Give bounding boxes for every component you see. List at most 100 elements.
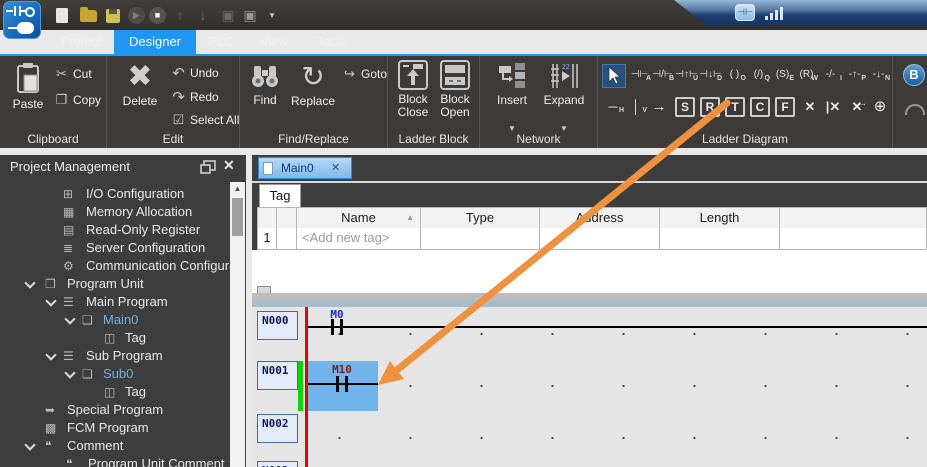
function-instruction-tool[interactable]: F [774, 96, 796, 120]
sidebar-item-fcm-program[interactable]: ▩ FCM Program [0, 419, 246, 437]
open-file-icon[interactable] [80, 10, 97, 22]
toolbar-options-icon[interactable]: ▾ [262, 6, 282, 24]
delete-vertical-tool[interactable]: |✕ [822, 96, 844, 120]
bit-operation-icon[interactable]: B [903, 64, 925, 86]
sidebar-item-main0[interactable]: ❏ Main0 [0, 311, 246, 329]
sidebar-item-program-unit[interactable]: ❒ Program Unit [0, 275, 246, 293]
copy-button[interactable]: ❐ Copy [54, 92, 101, 108]
chevron-down-icon[interactable] [45, 349, 56, 360]
coil-set-tool[interactable]: (S)E [771, 64, 794, 88]
sidebar-item-server-configuration[interactable]: ≣ Server Configuration [0, 239, 246, 257]
chevron-down-icon[interactable] [64, 367, 75, 378]
block-close-button[interactable]: Block Close [394, 60, 432, 119]
sidebar-item-io-configuration[interactable]: ⊞ I/O Configuration [0, 185, 246, 203]
sidebar-item-program-unit-comment[interactable]: ❝ Program Unit Comment [0, 455, 246, 467]
tab-tools[interactable]: Tools [302, 30, 362, 54]
save-icon[interactable] [106, 9, 120, 23]
set-instruction-tool[interactable]: S [674, 96, 696, 120]
sidebar-item-sub0-tag[interactable]: ◫ Tag [0, 383, 246, 401]
paste-icon [15, 62, 41, 94]
horizontal-line-tool[interactable]: ─H [602, 96, 624, 120]
reset-instruction-tool[interactable]: R [699, 96, 721, 120]
table-header-type[interactable]: Type [421, 207, 540, 229]
counter-instruction-tool[interactable]: C [749, 96, 771, 120]
rung-label-n003[interactable]: N003 [257, 461, 298, 467]
sidebar-item-communication-configuration[interactable]: ⚙ Communication Configurat [0, 257, 246, 275]
jump-arrow-tool[interactable]: → [648, 96, 670, 120]
tab-view[interactable]: View [246, 30, 302, 54]
rung-label-n000[interactable]: N000 [257, 311, 298, 340]
table-cell-address[interactable] [540, 228, 660, 250]
chevron-down-icon[interactable] [24, 439, 35, 450]
paste-button[interactable]: Paste [6, 62, 50, 111]
app-icon[interactable] [3, 1, 41, 39]
cut-button[interactable]: ✂ Cut [54, 66, 92, 82]
sidebar-item-read-only-register[interactable]: ▤ Read-Only Register [0, 221, 246, 239]
sidebar-item-main0-tag[interactable]: ◫ Tag [0, 329, 246, 347]
chevron-down-icon[interactable] [45, 295, 56, 306]
select-all-button[interactable]: ☑ Select All [171, 112, 239, 128]
contact-falling-tool[interactable]: ⊣↓⊢D [699, 64, 722, 88]
delete-row-tool[interactable]: ✕→ [846, 96, 868, 120]
sidebar-item-special-program[interactable]: ➥ Special Program [0, 401, 246, 419]
table-header-address[interactable]: Address [540, 207, 660, 229]
sidebar-item-memory-allocation[interactable]: ▦ Memory Allocation [0, 203, 246, 221]
undo-button[interactable]: ↶ Undo [171, 64, 219, 82]
zoom-tool[interactable]: ⊕ [869, 96, 891, 120]
expand-network-button[interactable]: 22 Expand ▼ [540, 62, 588, 107]
rung-label-n001[interactable]: N001 [257, 361, 298, 390]
panel-close-icon[interactable]: ✕ [223, 157, 235, 174]
tree-scrollbar[interactable]: ▲ [230, 182, 245, 467]
tab-designer[interactable]: Designer [114, 30, 196, 54]
timer-instruction-tool[interactable]: T [724, 96, 746, 120]
delete-button[interactable]: ✖ Delete [115, 60, 165, 108]
rung-label-n002[interactable]: N002 [257, 414, 298, 443]
redo-button[interactable]: ↷ Redo [171, 88, 219, 106]
sidebar-item-comment[interactable]: ❝ Comment [0, 437, 246, 455]
splitter-bar[interactable] [252, 293, 927, 300]
goto-button[interactable]: ↪ Goto [342, 66, 387, 82]
stop-icon[interactable]: ■ [149, 7, 166, 24]
replace-button[interactable]: ↻ Replace [286, 60, 340, 108]
table-cell-type[interactable] [421, 228, 540, 250]
chevron-down-icon[interactable] [64, 313, 75, 324]
scrollbar-thumb[interactable] [232, 198, 243, 236]
ladder-canvas[interactable]: N000 N001 N002 N003 M0 M10 [252, 307, 927, 467]
table-header-name[interactable]: Name ▲ [297, 207, 421, 229]
new-file-icon[interactable] [56, 8, 68, 23]
contact-rising-tool[interactable]: ⊣↑⊢U [675, 64, 698, 88]
contact-no-tool[interactable]: ⊣⊢A [628, 64, 651, 88]
block-open-button[interactable]: Block Open [436, 60, 474, 119]
chevron-down-icon[interactable] [24, 277, 35, 288]
tab-plc[interactable]: PLC [196, 30, 246, 54]
coil-negated-tool[interactable]: (/)Q [747, 64, 770, 88]
sidebar-item-main-program[interactable]: ☰ Main Program [0, 293, 246, 311]
sort-asc-icon[interactable]: ▲ [406, 208, 414, 228]
coil-out-tool[interactable]: ( )O [723, 64, 746, 88]
sidebar-item-sub-program[interactable]: ☰ Sub Program [0, 347, 246, 365]
invert-tool[interactable]: -/-I [819, 64, 842, 88]
device-label-m10[interactable]: M10 [324, 363, 360, 376]
dial-icon[interactable] [905, 104, 925, 115]
device-label-m0[interactable]: M0 [322, 308, 352, 321]
table-cell-length[interactable] [660, 228, 780, 250]
contact-nc-tool[interactable]: ⊣/⊢B [651, 64, 674, 88]
vertical-line-tool[interactable]: │V [625, 96, 647, 120]
select-cursor-tool[interactable] [602, 64, 626, 88]
delete-element-tool[interactable]: ✕ [799, 96, 821, 120]
rising-pulse-tool[interactable]: -↑-P [843, 64, 866, 88]
float-window-icon[interactable] [200, 160, 216, 174]
find-button[interactable]: Find [246, 62, 284, 107]
add-new-tag-cell[interactable]: <Add new tag> [297, 228, 421, 250]
table-header-length[interactable]: Length [660, 207, 780, 229]
insert-network-button[interactable]: Insert ▼ [490, 62, 534, 107]
document-tab-main0[interactable]: Main0 ✕ [258, 157, 352, 179]
scroll-up-icon[interactable]: ▲ [230, 182, 245, 196]
device-tools-icon[interactable]: ▣ [240, 6, 260, 24]
coil-reset-tool[interactable]: (R)W [795, 64, 818, 88]
falling-pulse-tool[interactable]: -↓-N [867, 64, 890, 88]
sidebar-item-sub0[interactable]: ❏ Sub0 [0, 365, 246, 383]
tab-project[interactable]: Project [48, 30, 114, 54]
tag-subtab[interactable]: Tag [259, 184, 301, 207]
tab-close-icon[interactable]: ✕ [331, 158, 340, 178]
